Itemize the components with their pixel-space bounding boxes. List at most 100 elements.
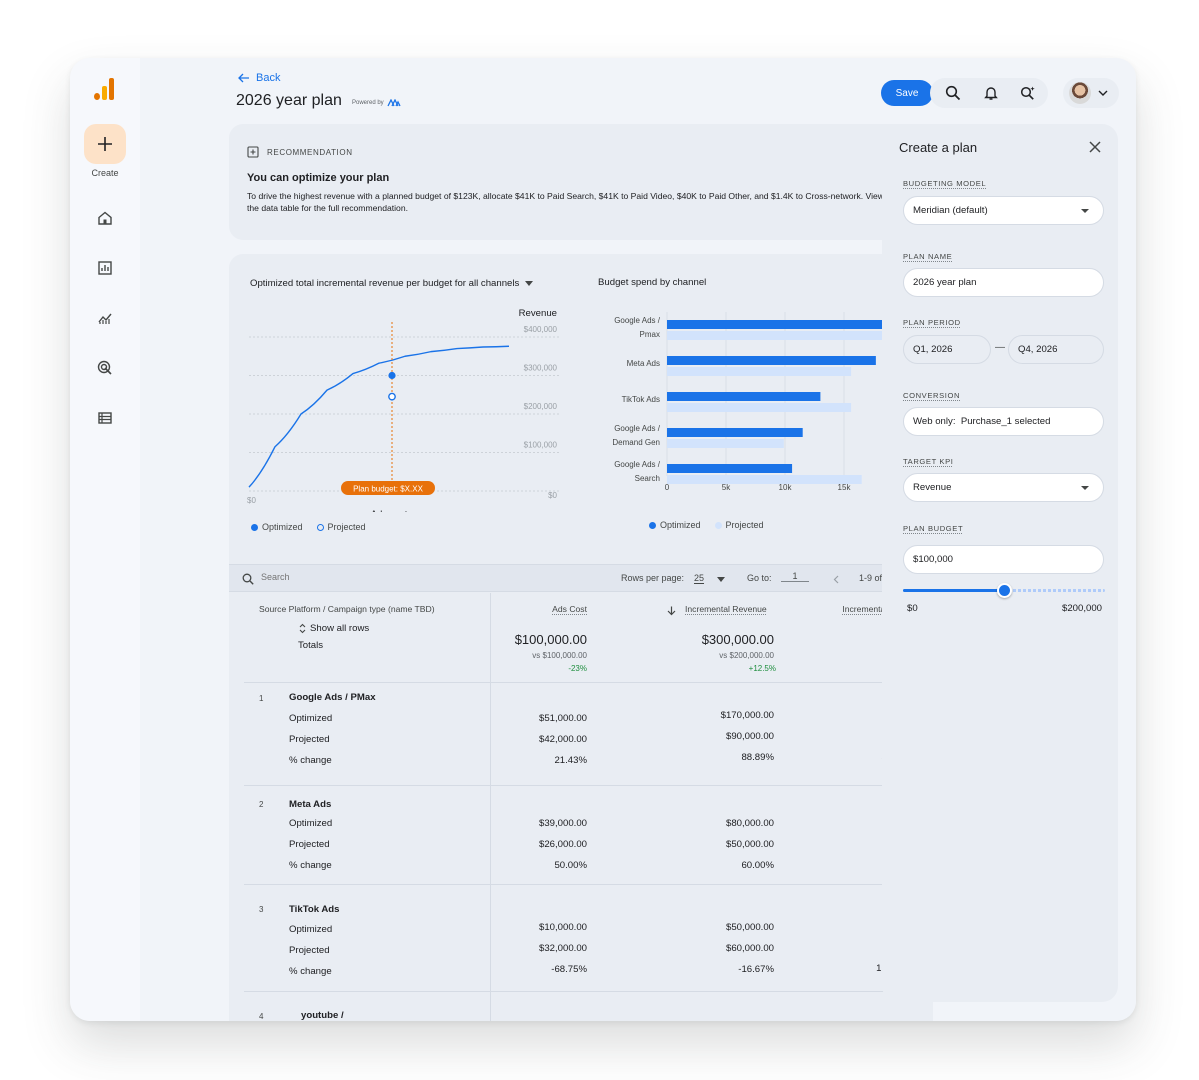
slider-thumb[interactable] <box>997 583 1012 598</box>
budgeting-model-label: BUDGETING MODEL <box>903 179 987 188</box>
x-tick-label: $0 <box>247 496 256 505</box>
budget-chart-legend: Optimized Projected <box>649 520 764 530</box>
table-toolbar: Rows per page: 25 Go to: 1 1-9 of 9 <box>229 564 933 592</box>
recommendation-label: RECOMMENDATION <box>267 147 353 157</box>
y-tick-label: $0 <box>548 491 557 500</box>
goto-page-input[interactable]: 1 <box>781 571 809 582</box>
reports-icon[interactable] <box>97 260 113 276</box>
totals-revenue: $300,000.00 <box>701 632 774 647</box>
category-label: TikTok Ads <box>622 395 660 404</box>
row-divider <box>244 785 918 786</box>
bar-optimized <box>667 320 899 329</box>
bar-optimized <box>667 392 821 401</box>
caret-down-icon[interactable] <box>717 577 725 582</box>
slider-fill <box>903 589 1004 592</box>
totals-ads-cost-delta: -23% <box>568 664 587 673</box>
revenue-optimized: $80,000.00 <box>725 818 774 829</box>
row-label-change: % change <box>289 860 332 871</box>
show-all-rows-toggle[interactable]: Show all rows <box>299 623 369 634</box>
legend-projected: Projected <box>316 522 366 532</box>
chevron-left-icon[interactable] <box>833 575 839 584</box>
optimized-point <box>388 371 396 380</box>
budgeting-model-value: Meridian (default) <box>913 205 988 216</box>
totals-ads-cost-vs: vs $100,000.00 <box>532 651 587 660</box>
powered-by-label: Powered by <box>352 100 384 106</box>
save-button[interactable]: Save <box>881 80 933 106</box>
search-spark-icon[interactable] <box>1020 85 1036 101</box>
budget-slider[interactable] <box>903 583 1105 598</box>
target-kpi-label: TARGET KPI <box>903 457 954 466</box>
row-divider <box>244 682 918 683</box>
period-separator: — <box>995 342 1005 353</box>
optimized-curve <box>248 345 510 488</box>
plan-budget-label: PLAN BUDGET <box>903 524 964 533</box>
bell-icon[interactable] <box>983 85 999 101</box>
ads-cost-optimized: $39,000.00 <box>538 818 587 829</box>
period-end-select[interactable]: Q4, 2026 <box>1008 335 1104 364</box>
target-kpi-select[interactable]: Revenue <box>903 473 1104 502</box>
header-actions <box>930 78 1048 108</box>
ads-cost-change: 50.00% <box>554 860 587 871</box>
slider-max-label: $200,000 <box>1061 603 1102 614</box>
bar-projected <box>667 403 852 412</box>
budgeting-model-select[interactable]: Meridian (default) <box>903 196 1104 225</box>
ads-cost-projected: $32,000.00 <box>538 943 587 954</box>
rows-per-page-select[interactable]: 25 <box>694 573 704 583</box>
totals-ads-cost: $100,000.00 <box>514 632 587 647</box>
bar-optimized <box>667 464 793 473</box>
y-tick-label: $200,000 <box>524 402 558 411</box>
period-end-value: Q4, 2026 <box>1018 344 1058 355</box>
sort-arrow-down-icon[interactable] <box>667 603 676 621</box>
slider-min-label: $0 <box>907 603 918 614</box>
row-number: 4 <box>259 1012 264 1021</box>
create-button[interactable] <box>84 124 126 164</box>
back-label: Back <box>256 72 281 84</box>
home-icon[interactable] <box>97 210 113 226</box>
page-title: 2026 year plan <box>236 92 342 109</box>
y-tick-label: $300,000 <box>524 364 558 373</box>
ads-cost-projected: $26,000.00 <box>538 839 587 850</box>
x-tick-label: 10k <box>779 483 793 492</box>
ads-cost-optimized: $51,000.00 <box>538 713 587 724</box>
account-menu[interactable] <box>1063 78 1119 108</box>
explore-icon[interactable] <box>97 310 113 326</box>
group-name: Meta Ads <box>289 799 332 810</box>
row-label-projected: Projected <box>289 945 330 956</box>
analytics-logo-icon[interactable] <box>94 76 116 100</box>
plan-budget-tag-label: Plan budget: $X.XX <box>353 485 423 494</box>
plan-details-card: Optimized total incremental revenue per … <box>229 254 933 1021</box>
row-label-projected: Projected <box>289 734 330 745</box>
plan-name-input[interactable]: 2026 year plan <box>903 268 1104 297</box>
category-label: Google Ads / Search <box>614 460 661 483</box>
header-source-platform[interactable]: Source Platform / Campaign type (name TB… <box>259 604 435 614</box>
plan-name-label: PLAN NAME <box>903 252 953 261</box>
header-incremental-revenue[interactable]: Incremental Revenue <box>685 604 767 614</box>
plan-budget-input[interactable]: $100,000 <box>903 545 1104 574</box>
revenue-change: 88.89% <box>741 752 774 763</box>
table-icon[interactable] <box>97 410 113 426</box>
x-axis-title: Ads cost <box>371 509 408 512</box>
advertising-icon[interactable] <box>97 360 113 376</box>
bar-projected <box>667 367 852 376</box>
revenue-chart-title: Optimized total incremental revenue per … <box>250 278 520 289</box>
arrow-left-icon <box>238 73 249 83</box>
close-icon[interactable] <box>1088 140 1102 154</box>
bar-projected <box>667 439 784 448</box>
period-start-select[interactable]: Q1, 2026 <box>903 335 991 364</box>
category-label: Meta Ads <box>627 359 660 368</box>
x-tick-label: 5k <box>722 483 731 492</box>
period-start-value: Q1, 2026 <box>913 344 953 355</box>
row-label-optimized: Optimized <box>289 818 333 829</box>
plan-name-value: 2026 year plan <box>913 277 977 288</box>
back-link[interactable]: Back <box>238 72 280 84</box>
revenue-chart-selector[interactable]: Optimized total incremental revenue per … <box>250 278 534 289</box>
y-tick-label: $100,000 <box>524 441 558 450</box>
app-window: Create Back 2026 year plan Powered by Sa… <box>70 58 1136 1021</box>
search-icon[interactable] <box>945 85 961 101</box>
legend-optimized: Optimized <box>251 522 303 532</box>
avatar[interactable] <box>1069 82 1091 104</box>
table-search-input[interactable] <box>261 572 381 582</box>
header-ads-cost[interactable]: Ads Cost <box>519 604 587 614</box>
conversion-select[interactable]: Web only: Purchase_1 selected <box>903 407 1104 436</box>
bar-projected <box>667 475 862 484</box>
